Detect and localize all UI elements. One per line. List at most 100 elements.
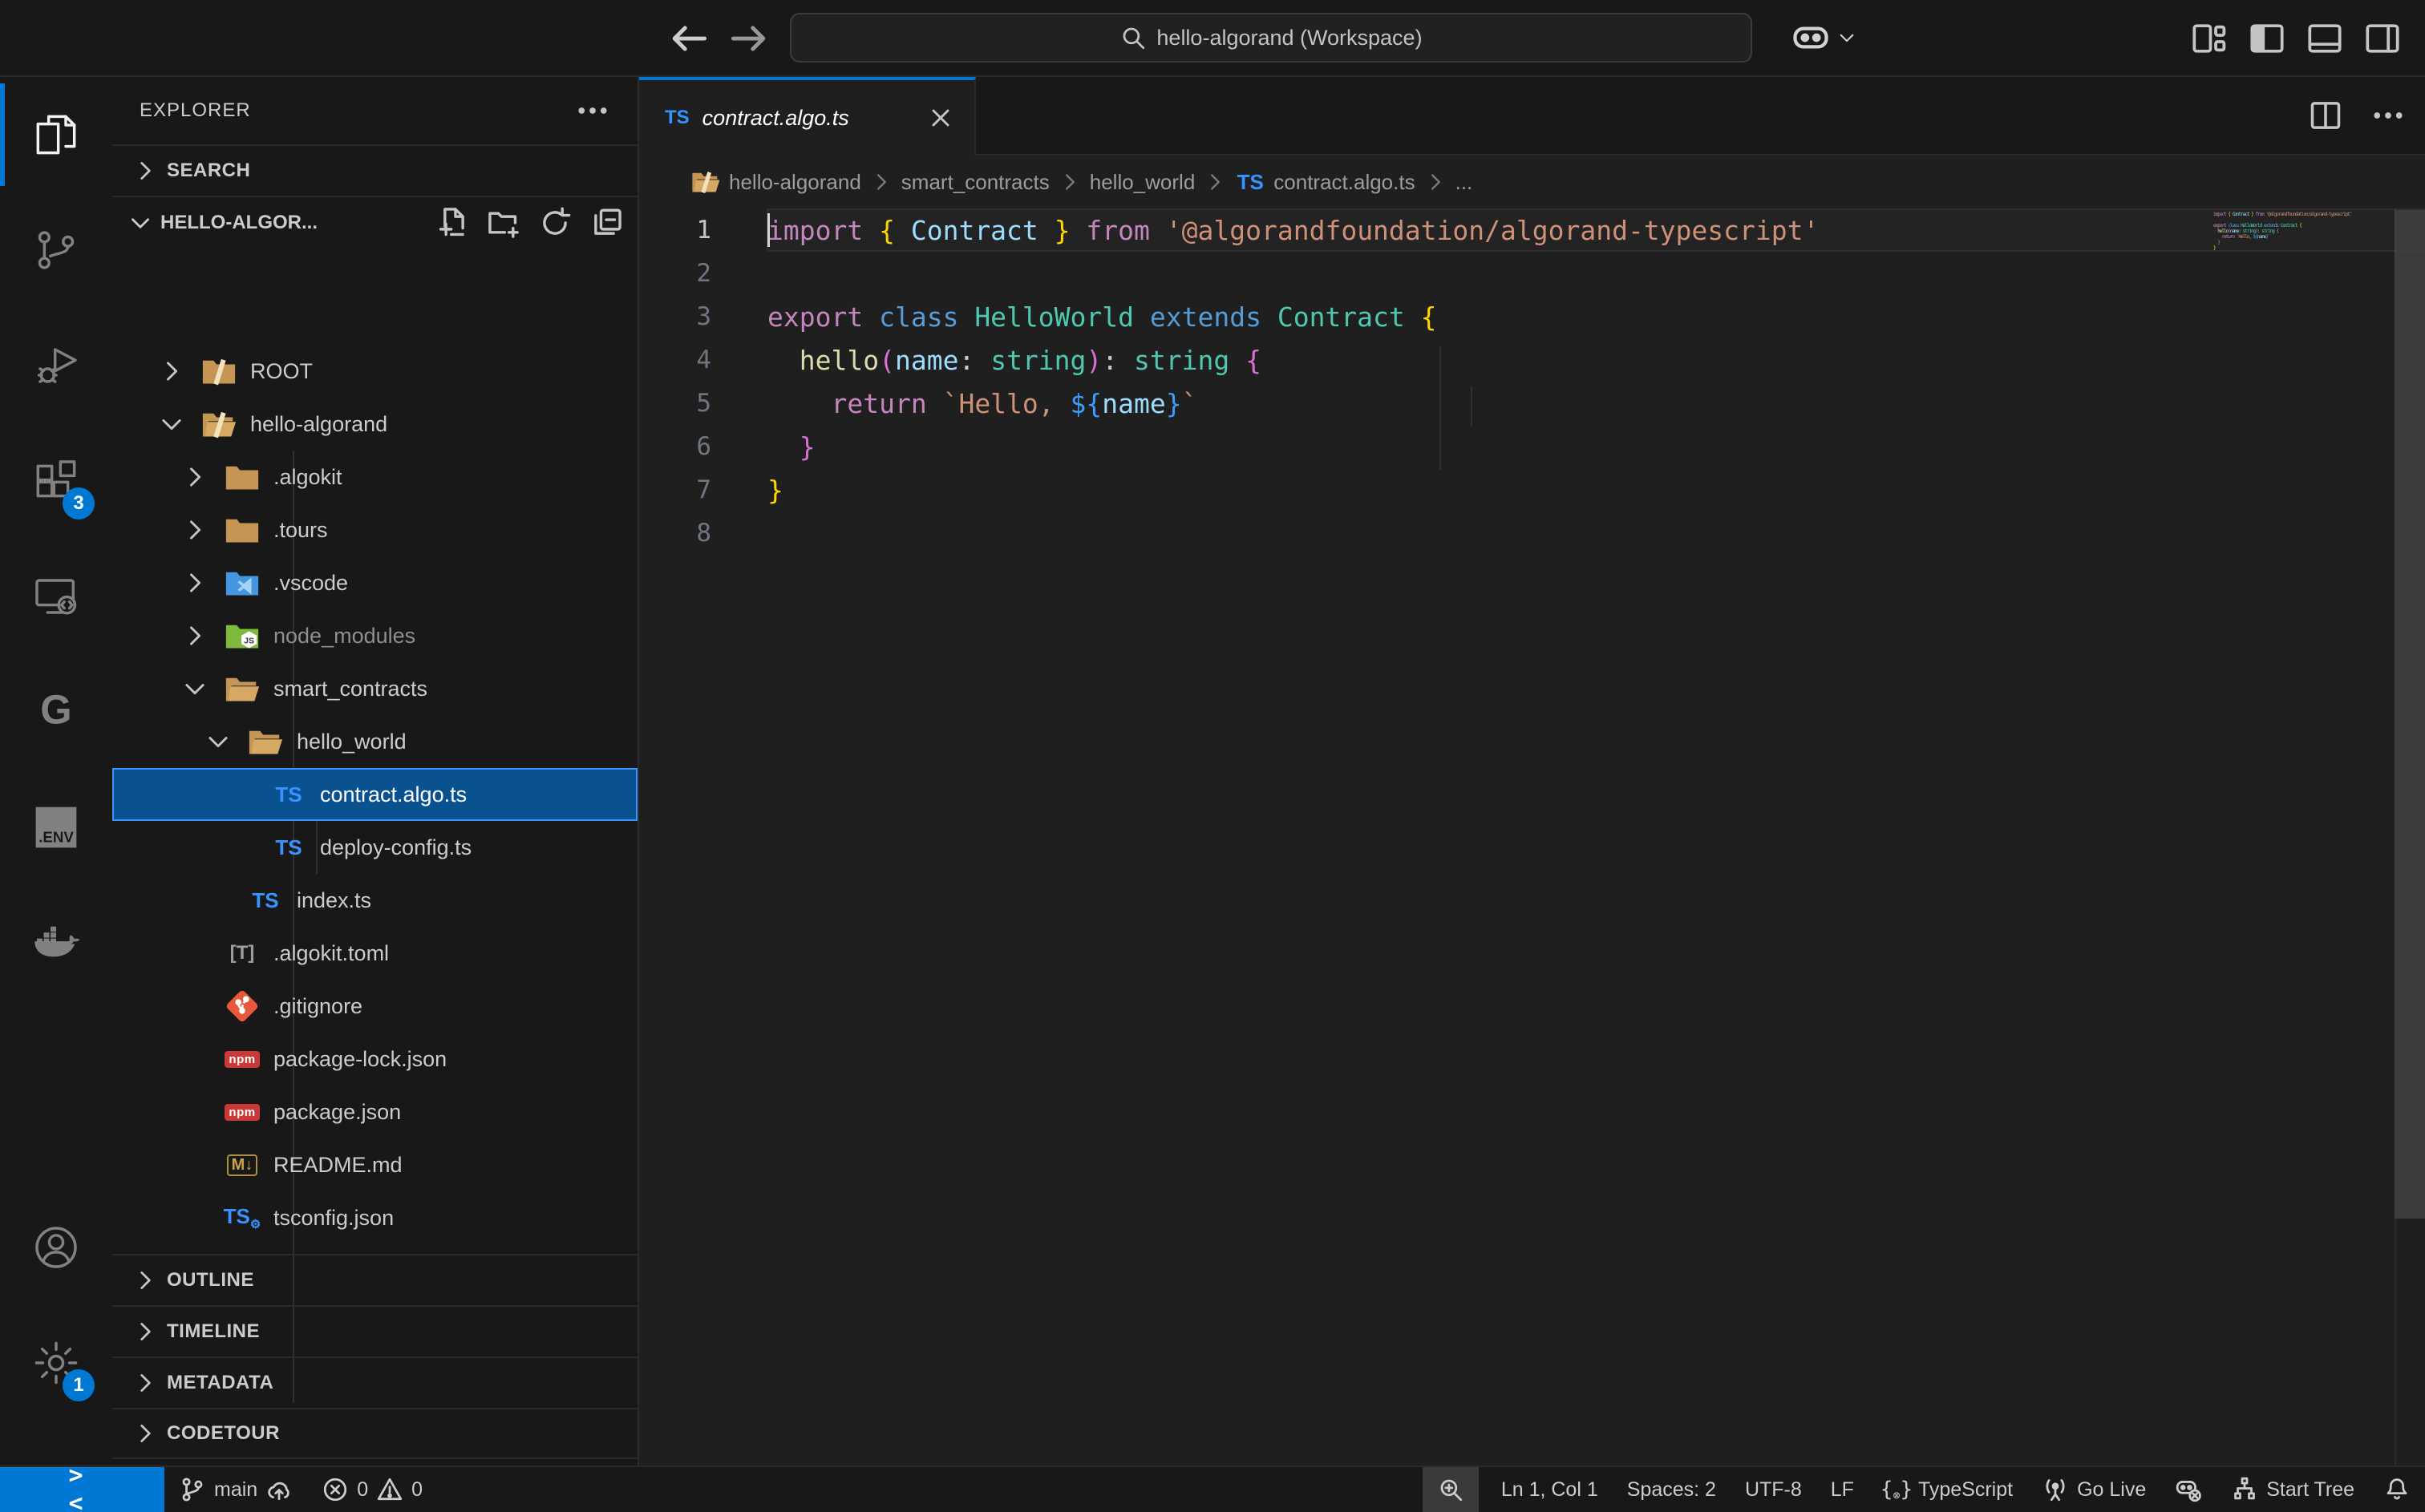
code-line-2[interactable]: 2: [639, 252, 2425, 295]
source-control-icon: [30, 224, 82, 276]
breadcrumb-label: smart_contracts: [901, 170, 1050, 195]
chevron-down-icon: [1836, 27, 1857, 48]
code-editor[interactable]: 1import { Contract } from '@algorandfoun…: [639, 208, 2425, 1466]
tree-item-package-lock-json[interactable]: npmpackage-lock.json: [112, 1033, 638, 1085]
tab-contract-algo-ts[interactable]: TS contract.algo.ts: [639, 77, 976, 156]
activity-source-control-icon[interactable]: [0, 192, 112, 308]
code-line-1[interactable]: 1import { Contract } from '@algorandfoun…: [639, 208, 2425, 252]
breadcrumb-hello-algorand[interactable]: hello-algorand: [690, 169, 861, 195]
tree-item-root[interactable]: ROOT: [112, 345, 638, 398]
minimap[interactable]: import { Contract } from '@algorandfound…: [2213, 212, 2393, 257]
tree-item-tsconfig-json[interactable]: TS⚙ tsconfig.json: [112, 1191, 638, 1244]
git-branch[interactable]: main: [164, 1467, 307, 1512]
new-folder-icon[interactable]: [487, 206, 520, 240]
tree-item-readme-md[interactable]: M↓README.md: [112, 1138, 638, 1191]
extensions-badge: 3: [63, 487, 95, 519]
activity-extensions-icon[interactable]: 3: [0, 423, 112, 539]
section-project[interactable]: HELLO-ALGOR...: [112, 196, 638, 249]
section-timeline[interactable]: TIMELINE: [112, 1305, 638, 1356]
tree-item-tours[interactable]: .tours: [112, 503, 638, 556]
chevron-right-icon: [132, 1420, 159, 1447]
section-label: OUTLINE: [167, 1269, 254, 1292]
code-line-5[interactable]: 5 return `Hello, ${name}`: [639, 382, 2425, 425]
breadcrumb-smart-contracts[interactable]: smart_contracts: [901, 170, 1050, 195]
code-line-8[interactable]: 8: [639, 511, 2425, 555]
explorer-sidebar: EXPLORER SEARCH HELLO-ALGOR... ROOThello…: [112, 77, 639, 1467]
tree-item-hello-world[interactable]: hello_world: [112, 715, 638, 768]
collapse-all-icon[interactable]: [589, 206, 623, 240]
tree-item-algokit-toml[interactable]: [T].algokit.toml: [112, 927, 638, 980]
activity-run-and-debug-icon[interactable]: [0, 308, 112, 423]
folderOpen-icon: [247, 726, 284, 758]
activity-docker-icon[interactable]: [0, 885, 112, 1001]
zoom-indicator[interactable]: [1423, 1467, 1479, 1512]
close-icon[interactable]: [926, 103, 955, 132]
scrollbar[interactable]: [2395, 208, 2425, 1466]
copilot-status[interactable]: [2160, 1467, 2217, 1512]
section-metadata[interactable]: METADATA: [112, 1356, 638, 1408]
tree-item-contract-algo-ts[interactable]: TScontract.algo.ts: [112, 768, 638, 821]
nav-back-icon[interactable]: [664, 14, 712, 63]
section-outline[interactable]: OUTLINE: [112, 1254, 638, 1305]
breadcrumb-hello-world[interactable]: hello_world: [1090, 170, 1196, 195]
split-editor-icon[interactable]: [2308, 93, 2343, 138]
chevron-down-icon: [204, 727, 233, 756]
editor-more-actions-icon[interactable]: [2370, 93, 2406, 138]
code-line-4[interactable]: 4 hello(name: string): string {: [639, 338, 2425, 382]
toggle-secondary-sidebar-icon[interactable]: [2364, 14, 2401, 63]
tree-item-deploy-config-ts[interactable]: TSdeploy-config.ts: [112, 821, 638, 874]
scrollbar-slider[interactable]: [2395, 210, 2425, 1219]
go-live[interactable]: Go Live: [2027, 1467, 2160, 1512]
cursor-position[interactable]: Ln 1, Col 1: [1487, 1467, 1613, 1512]
code-line-7[interactable]: 7}: [639, 468, 2425, 511]
explorer-more-actions-icon[interactable]: [575, 93, 610, 128]
eol[interactable]: LF: [1816, 1467, 1868, 1512]
gitlens-icon: G: [30, 686, 82, 738]
code-line-3[interactable]: 3export class HelloWorld extends Contrac…: [639, 295, 2425, 338]
new-file-icon[interactable]: [435, 206, 469, 240]
encoding[interactable]: UTF-8: [1731, 1467, 1816, 1512]
section-codetour[interactable]: CODETOUR: [112, 1408, 638, 1459]
code-line-6[interactable]: 6 }: [639, 425, 2425, 468]
activity-accounts-icon[interactable]: [0, 1190, 112, 1305]
nav-forward-icon[interactable]: [726, 14, 774, 63]
breadcrumb-[interactable]: ...: [1455, 170, 1473, 195]
command-center-search[interactable]: hello-algorand (Workspace): [790, 13, 1752, 63]
error-icon: [322, 1476, 349, 1503]
activity-settings-icon[interactable]: 1: [0, 1305, 112, 1421]
tree-item-vscode[interactable]: .vscode: [112, 556, 638, 609]
activity-remote-explorer-icon[interactable]: [0, 539, 112, 654]
toggle-panel-icon[interactable]: [2306, 14, 2343, 63]
tree-item-package-json[interactable]: npmpackage.json: [112, 1085, 638, 1138]
remote-indicator[interactable]: ><: [0, 1467, 164, 1512]
activity-gitlens-icon[interactable]: G: [0, 654, 112, 770]
toggle-primary-sidebar-icon[interactable]: [2249, 14, 2285, 63]
section-search[interactable]: SEARCH: [112, 144, 638, 196]
tsGear-icon: TS⚙: [224, 1202, 261, 1234]
refresh-icon[interactable]: [538, 206, 572, 240]
svg-text:G: G: [40, 687, 71, 733]
rootFolder-icon: [200, 355, 237, 387]
tree-item-smart-contracts[interactable]: smart_contracts: [112, 662, 638, 715]
tree-item-algokit[interactable]: .algokit: [112, 451, 638, 503]
indentation[interactable]: Spaces: 2: [1613, 1467, 1731, 1512]
tree-item-label: tsconfig.json: [273, 1206, 394, 1231]
breadcrumb-separator-icon: [1203, 170, 1227, 194]
notifications[interactable]: [2369, 1467, 2425, 1512]
language-status[interactable]: {⊗}TypeScript: [1868, 1467, 2027, 1512]
copilot-button[interactable]: [1790, 13, 1857, 63]
tree-item-index-ts[interactable]: TSindex.ts: [112, 874, 638, 927]
breadcrumb-label: ...: [1455, 170, 1473, 195]
activity-dotenv-icon[interactable]: .ENV: [0, 770, 112, 885]
tree-item-hello-algorand[interactable]: hello-algorand: [112, 398, 638, 451]
activity-explorer-icon[interactable]: [0, 77, 112, 192]
start-tree-label: Start Tree: [2266, 1478, 2354, 1502]
breadcrumb-contract-algo-ts[interactable]: TScontract.algo.ts: [1235, 169, 1415, 195]
customize-layout-icon[interactable]: [2191, 14, 2228, 63]
tree-item-node-modules[interactable]: JSnode_modules: [112, 609, 638, 662]
indentation-label: Spaces: 2: [1627, 1478, 1716, 1502]
problems[interactable]: 00: [307, 1467, 437, 1512]
tree-item-gitignore[interactable]: .gitignore: [112, 980, 638, 1033]
start-tree[interactable]: Start Tree: [2217, 1467, 2369, 1512]
chevron-down-icon: [157, 410, 186, 439]
